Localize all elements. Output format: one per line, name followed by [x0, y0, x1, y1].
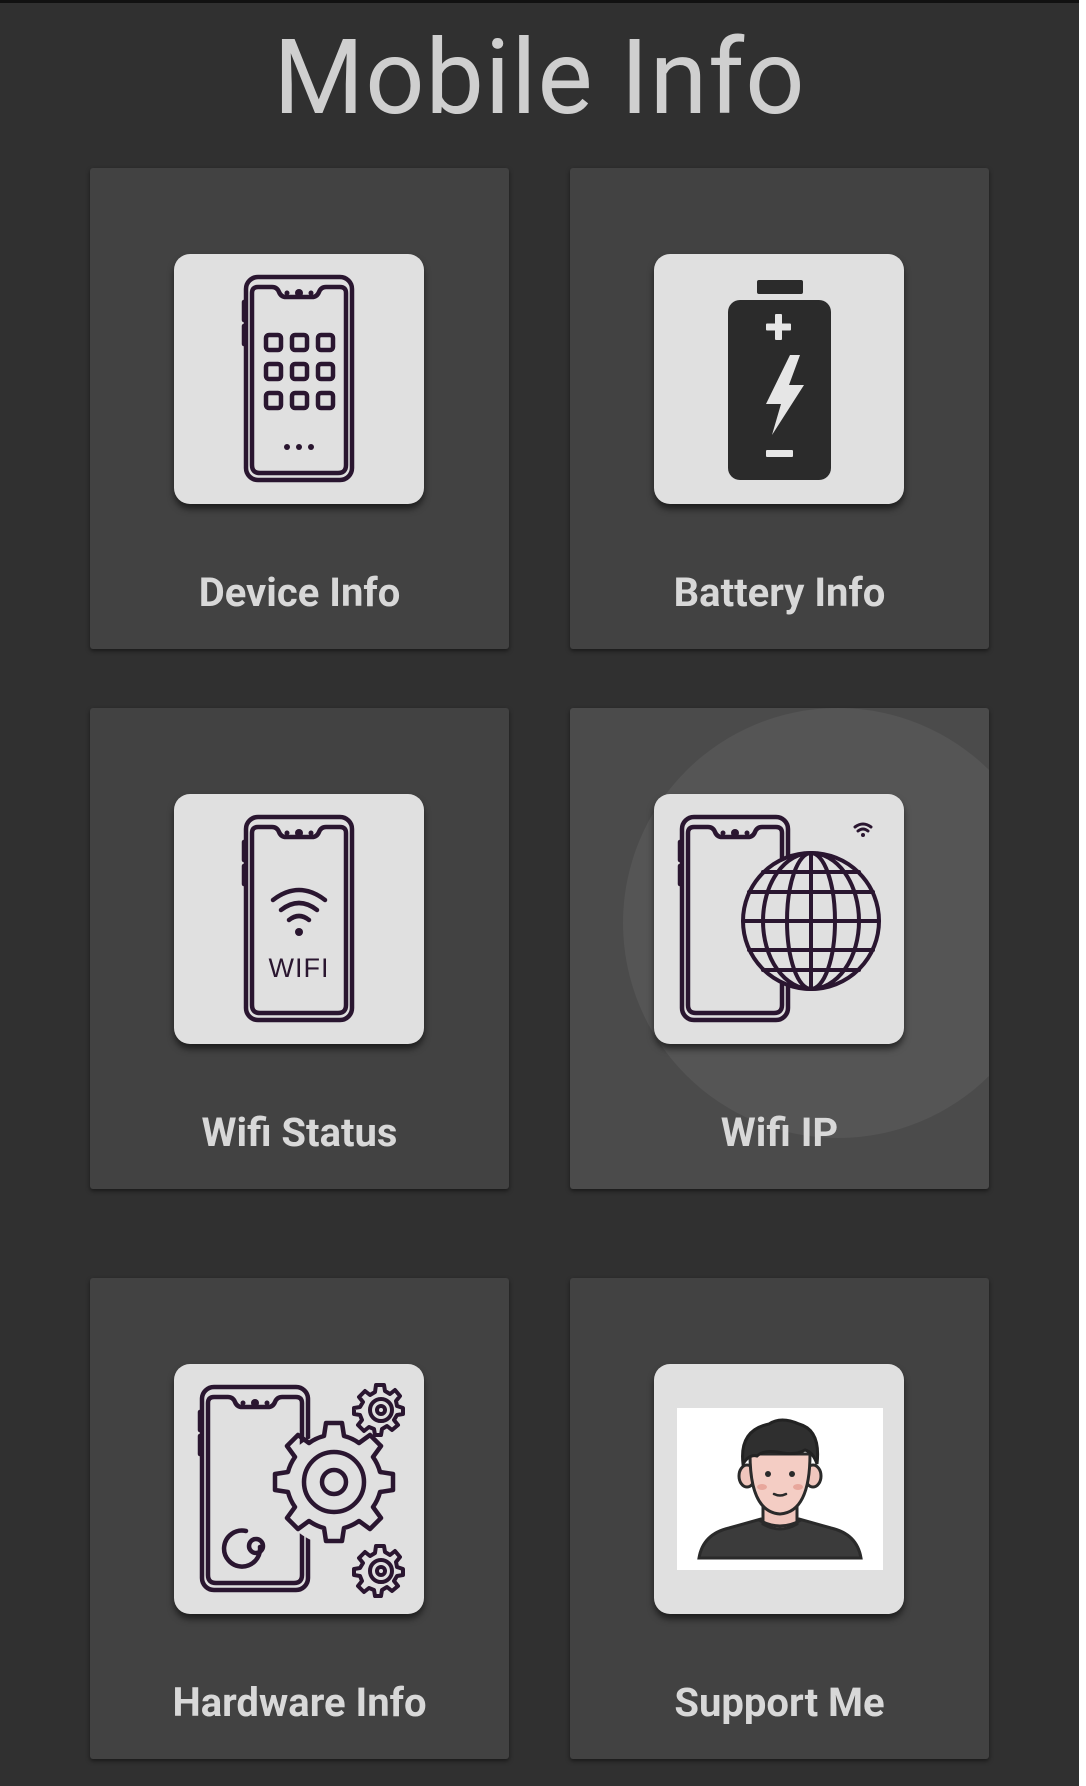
support-me-label: Support Me: [674, 1679, 885, 1726]
app-screen: Mobile Info Device Info Battery Info WIF…: [0, 0, 1079, 1786]
support-me-tile: [654, 1364, 904, 1614]
wifi-ip-tile: [654, 794, 904, 1044]
battery-info-tile: [654, 254, 904, 504]
device-info-label: Device Info: [198, 569, 401, 616]
wifi-ip-card[interactable]: Wifi IP: [570, 708, 989, 1189]
hardware-info-card[interactable]: Hardware Info: [90, 1278, 509, 1759]
status-bar-edge: [0, 0, 1079, 3]
support-me-card[interactable]: Support Me: [570, 1278, 989, 1759]
wifi-ip-label: Wifi IP: [720, 1109, 839, 1156]
device-info-card[interactable]: Device Info: [90, 168, 509, 649]
wifi-status-label: Wifi Status: [201, 1109, 398, 1156]
phone-apps-icon: [241, 274, 355, 483]
phone-wifi-icon: WIFI: [241, 814, 355, 1023]
user-avatar-icon: [697, 1418, 863, 1560]
battery-charging-icon: [728, 280, 831, 480]
hardware-info-label: Hardware Info: [172, 1679, 427, 1726]
wifi-status-card[interactable]: WIFI Wifi Status: [90, 708, 509, 1189]
hardware-info-tile: [174, 1364, 424, 1614]
battery-info-card[interactable]: Battery Info: [570, 168, 989, 649]
avatar-photo: [677, 1408, 883, 1570]
phone-globe-icon: [677, 814, 881, 1023]
phone-gears-icon: [197, 1383, 405, 1598]
svg-text:WIFI: WIFI: [269, 953, 330, 983]
wifi-status-tile: WIFI: [174, 794, 424, 1044]
device-info-tile: [174, 254, 424, 504]
battery-info-label: Battery Info: [673, 569, 886, 616]
page-title: Mobile Info: [273, 18, 806, 139]
